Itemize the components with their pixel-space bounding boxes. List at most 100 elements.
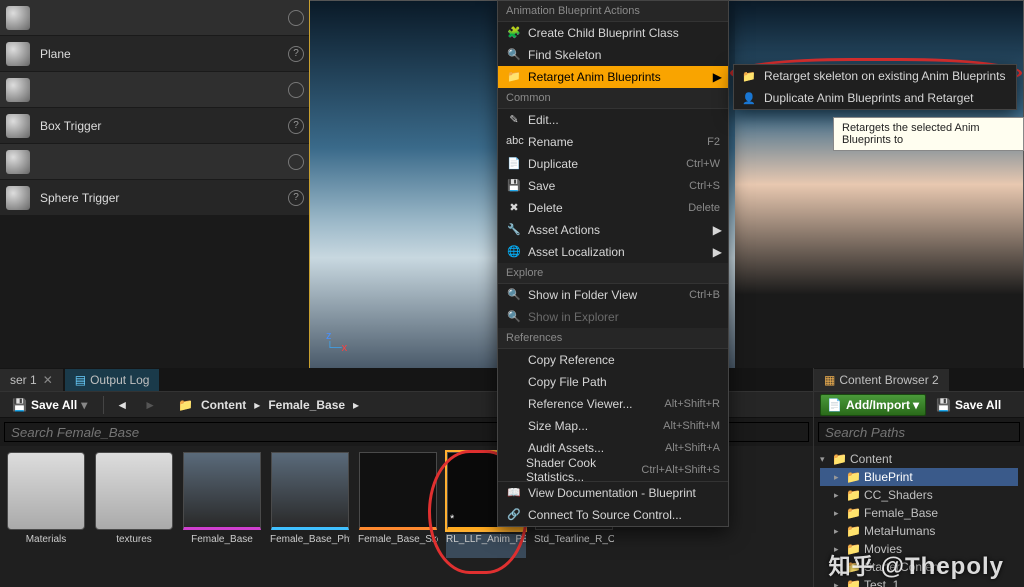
outliner-row[interactable]	[0, 0, 310, 36]
expand-icon[interactable]: ▸	[834, 508, 846, 519]
asset-female-base[interactable]: Female_Base	[182, 452, 262, 581]
menu-icon	[506, 419, 522, 433]
save-all-button[interactable]: 💾Save All	[930, 394, 1007, 416]
shortcut: Ctrl+S	[689, 180, 720, 192]
nav-fwd-button[interactable]: ►	[138, 394, 162, 416]
help-icon[interactable]	[288, 10, 304, 26]
ctx-view-documentation-blueprint[interactable]: 📖View Documentation - Blueprint	[498, 482, 728, 504]
help-icon[interactable]: ?	[288, 118, 304, 134]
asset-materials[interactable]: Materials	[6, 452, 86, 581]
help-icon[interactable]: ?	[288, 190, 304, 206]
cb-tab[interactable]: ser 1 ✕	[0, 369, 63, 391]
ctx-save[interactable]: 💾SaveCtrl+S	[498, 175, 728, 197]
ctx-rename[interactable]: abcRenameF2	[498, 131, 728, 153]
shortcut: Ctrl+W	[686, 158, 720, 170]
chevron-icon: ▸	[254, 398, 260, 412]
ctx-retarget-anim-blueprints[interactable]: 📁Retarget Anim Blueprints▶	[498, 66, 728, 88]
ctx-copy-reference[interactable]: Copy Reference	[498, 349, 728, 371]
menu-icon: ✖	[506, 201, 522, 215]
cb2-tab[interactable]: ▦Content Browser 2	[814, 369, 949, 391]
menu-icon	[506, 353, 522, 367]
menu-label: View Documentation - Blueprint	[528, 486, 696, 500]
ctx-create-child-blueprint-class[interactable]: 🧩Create Child Blueprint Class	[498, 22, 728, 44]
menu-label: Size Map...	[528, 419, 588, 433]
preview-viewport[interactable]	[735, 0, 1024, 368]
actor-thumb	[6, 78, 30, 102]
submenu-arrow-icon: ▶	[713, 70, 722, 84]
submenu-retarget-existing[interactable]: 📁Retarget skeleton on existing Anim Blue…	[734, 65, 1016, 87]
menu-icon	[506, 463, 520, 477]
ctx-duplicate[interactable]: 📄DuplicateCtrl+W	[498, 153, 728, 175]
tree-female-base[interactable]: ▸📁Female_Base	[820, 504, 1018, 522]
actor-name: Sphere Trigger	[40, 191, 288, 205]
ctx-delete[interactable]: ✖DeleteDelete	[498, 197, 728, 219]
menu-icon	[506, 441, 522, 455]
menu-icon: 📁	[506, 70, 522, 84]
menu-label: Edit...	[528, 113, 559, 127]
folder-icon: 📁	[846, 506, 860, 520]
menu-label: Reference Viewer...	[528, 397, 633, 411]
help-icon[interactable]	[288, 82, 304, 98]
folder-icon: 📁	[846, 488, 860, 502]
submenu-duplicate-retarget[interactable]: 👤Duplicate Anim Blueprints and Retarget	[734, 87, 1016, 109]
submenu-arrow-icon: ▶	[713, 245, 722, 259]
tree-label: CC_Shaders	[864, 488, 933, 502]
tree-blueprint[interactable]: ▸📁BluePrint	[820, 468, 1018, 486]
outliner-row-plane[interactable]: Plane?	[0, 36, 310, 72]
asset-female-base-skeleton[interactable]: Female_Base_Skeleton	[358, 452, 438, 581]
menu-label: Save	[528, 179, 555, 193]
asset-textures[interactable]: textures	[94, 452, 174, 581]
outliner-row[interactable]	[0, 72, 310, 108]
ctx-size-map-[interactable]: Size Map...Alt+Shift+M	[498, 415, 728, 437]
ctx-find-skeleton[interactable]: 🔍Find Skeleton	[498, 44, 728, 66]
help-icon[interactable]	[288, 154, 304, 170]
nav-back-button[interactable]: ◄	[110, 394, 134, 416]
outliner-row-sphere-trigger[interactable]: Sphere Trigger?	[0, 180, 310, 216]
shortcut: Alt+Shift+A	[665, 442, 720, 454]
outliner-row[interactable]	[0, 144, 310, 180]
expand-icon[interactable]: ▾	[820, 454, 832, 465]
dropdown-icon[interactable]: ▾	[913, 398, 919, 412]
ctx-copy-file-path[interactable]: Copy File Path	[498, 371, 728, 393]
ctx-section-title: References	[498, 328, 728, 349]
folder-icon: 📁	[846, 524, 860, 538]
ctx-edit-[interactable]: ✎Edit...	[498, 109, 728, 131]
asset-female-base-physicsasset[interactable]: Female_Base_PhysicsAsset	[270, 452, 350, 581]
tab-label: ser 1	[10, 373, 37, 387]
search-paths-input[interactable]	[818, 422, 1020, 442]
add-import-button[interactable]: 📄Add/Import▾	[820, 394, 926, 416]
outliner-row-box-trigger[interactable]: Box Trigger?	[0, 108, 310, 144]
crumb-folder[interactable]: Female_Base	[268, 398, 345, 412]
tree-metahumans[interactable]: ▸📁MetaHumans	[820, 522, 1018, 540]
ctx-show-in-folder-view[interactable]: 🔍Show in Folder ViewCtrl+B	[498, 284, 728, 306]
cb2-tabbar: ▦Content Browser 2	[814, 368, 1024, 392]
ctx-asset-actions[interactable]: 🔧Asset Actions▶	[498, 219, 728, 241]
asset-label: Materials	[6, 534, 86, 558]
dropdown-icon[interactable]: ▾	[81, 398, 87, 412]
ctx-section-title: Animation Blueprint Actions	[498, 1, 728, 22]
tab-output-log[interactable]: ▤Output Log	[65, 369, 160, 391]
expand-icon[interactable]: ▸	[834, 526, 846, 537]
folder-icon[interactable]: 📁	[178, 398, 193, 412]
asset-thumb	[95, 452, 173, 530]
save-icon: 💾	[936, 398, 951, 412]
menu-label: Delete	[528, 201, 563, 215]
asset-thumb	[183, 452, 261, 530]
tree-label: Content	[850, 452, 892, 466]
crumb-content[interactable]: Content	[201, 398, 246, 412]
tree-content[interactable]: ▾📁Content	[820, 450, 1018, 468]
help-icon[interactable]: ?	[288, 46, 304, 62]
menu-label: Find Skeleton	[528, 48, 601, 62]
tree-cc-shaders[interactable]: ▸📁 CC_Shaders	[820, 486, 1018, 504]
folder-icon: 📁	[742, 70, 758, 83]
ctx-shader-cook-statistics-[interactable]: Shader Cook Statistics...Ctrl+Alt+Shift+…	[498, 459, 728, 481]
ctx-section-title: Explore	[498, 263, 728, 284]
ctx-reference-viewer-[interactable]: Reference Viewer...Alt+Shift+R	[498, 393, 728, 415]
expand-icon[interactable]: ▸	[834, 472, 846, 483]
close-icon[interactable]: ✕	[43, 373, 53, 387]
expand-icon[interactable]: ▸	[834, 490, 846, 501]
ctx-asset-localization[interactable]: 🌐Asset Localization▶	[498, 241, 728, 263]
menu-label: Asset Localization	[528, 245, 625, 259]
save-all-button[interactable]: 💾Save All▾	[6, 394, 93, 416]
ctx-connect-to-source-control-[interactable]: 🔗Connect To Source Control...	[498, 504, 728, 526]
